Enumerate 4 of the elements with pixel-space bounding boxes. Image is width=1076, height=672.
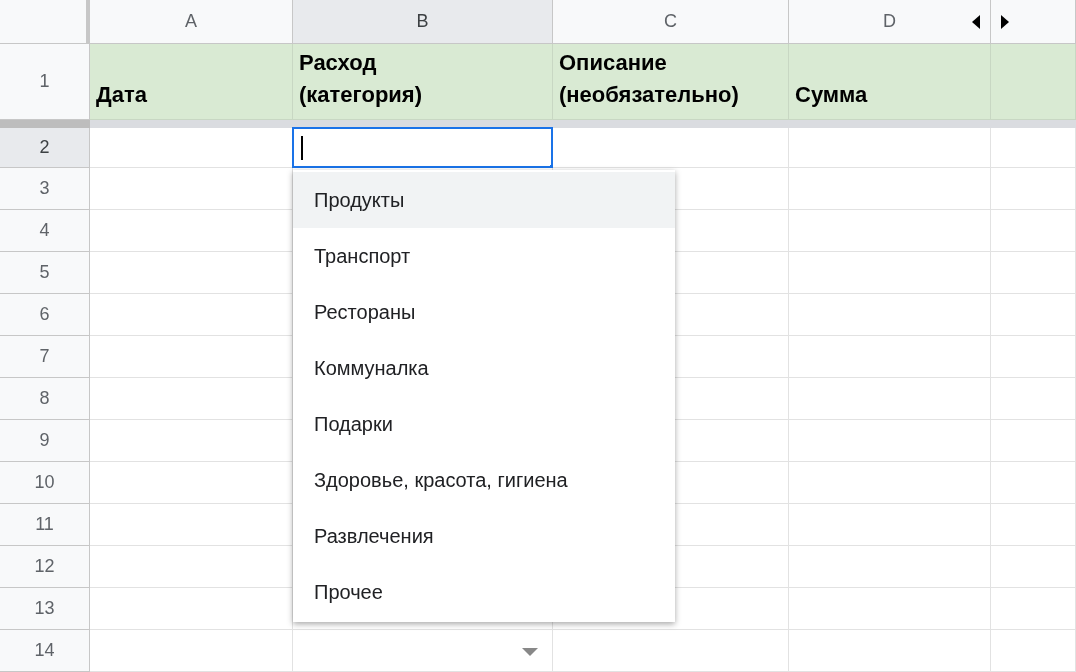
header-cell: Дата xyxy=(90,44,293,120)
header-cell: Сумма xyxy=(789,44,991,120)
header-cell: Расход (категория) xyxy=(293,44,553,120)
header-cell: Описание (необязательно) xyxy=(553,44,789,120)
